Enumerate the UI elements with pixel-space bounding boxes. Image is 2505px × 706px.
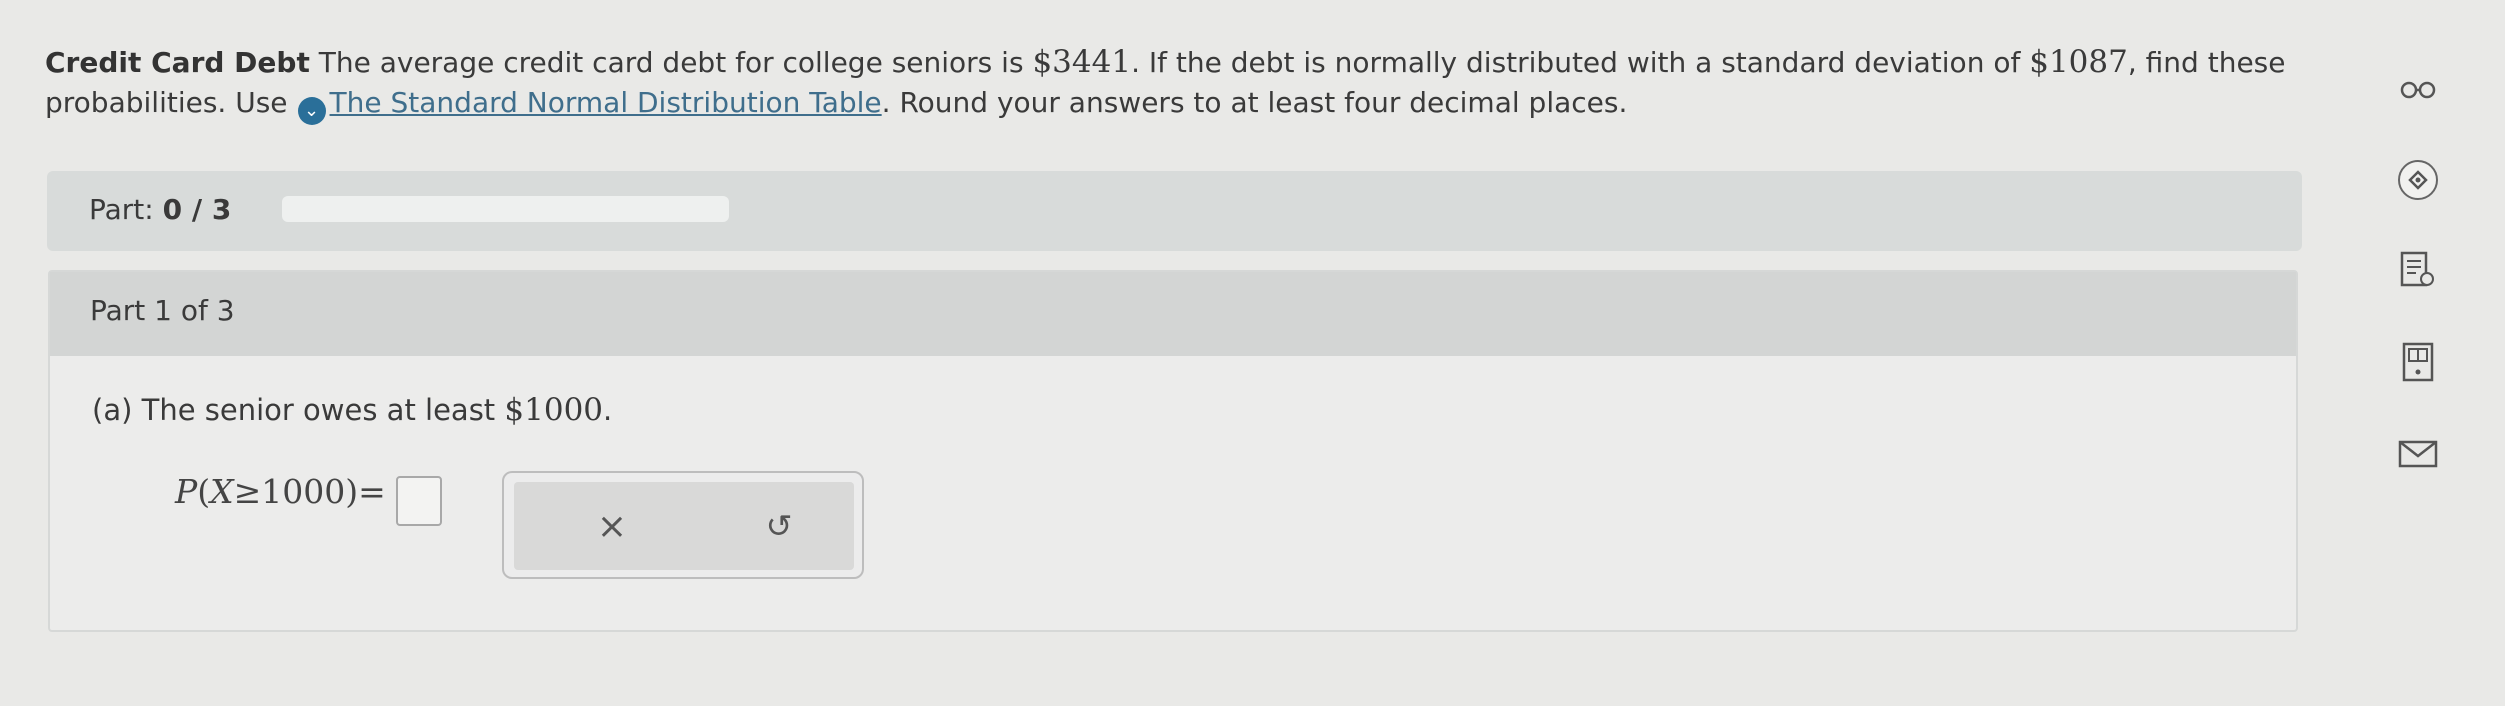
- problem-text: . If the debt is normally distributed wi…: [1131, 46, 2021, 79]
- probability-expression: P(X≥1000)=: [175, 472, 386, 511]
- answer-input[interactable]: [396, 476, 442, 526]
- progress-track: [282, 196, 729, 222]
- eq-var: X: [210, 472, 234, 511]
- problem-text: . Round your answers to at least four de…: [881, 86, 1628, 119]
- glasses-icon[interactable]: [2396, 68, 2440, 112]
- tag-icon[interactable]: [2396, 158, 2440, 202]
- part-label-text: Part:: [89, 193, 154, 226]
- clear-icon: ×: [596, 505, 628, 547]
- problem-text: The average credit card debt for college…: [318, 46, 1024, 79]
- part-header: Part 1 of 3: [50, 272, 2296, 356]
- part-progress-bar: Part: 0 / 3: [47, 171, 2302, 251]
- question-prefix: (a) The senior owes at least: [92, 393, 496, 427]
- question-suffix: .: [603, 393, 613, 427]
- part-progress-value: 0 / 3: [162, 193, 232, 226]
- calculator-icon[interactable]: [2396, 340, 2440, 384]
- eq-p: P: [175, 472, 198, 511]
- eq-num: 1000: [261, 472, 346, 511]
- question-text: (a) The senior owes at least $1000.: [92, 392, 612, 428]
- answer-tools: × ↺: [502, 471, 864, 579]
- problem-statement: Credit Card Debt The average credit card…: [45, 42, 2305, 125]
- mean-value: $3441: [1032, 44, 1132, 80]
- eq-rel: ≥: [233, 472, 262, 511]
- sd-value: $1087: [2029, 44, 2128, 80]
- undo-button[interactable]: ↺: [749, 496, 809, 556]
- info-icon[interactable]: ⌄: [297, 97, 326, 125]
- part-progress-label: Part: 0 / 3: [89, 193, 231, 226]
- question-value: $1000: [504, 392, 604, 428]
- notes-icon[interactable]: [2396, 248, 2440, 292]
- eq-equals: =: [358, 472, 386, 511]
- answer-tools-inner: × ↺: [514, 482, 854, 570]
- mail-icon[interactable]: [2396, 432, 2440, 476]
- normal-table-link[interactable]: The Standard Normal Distribution Table: [330, 86, 882, 119]
- undo-icon: ↺: [765, 507, 793, 545]
- part-card: Part 1 of 3 (a) The senior owes at least…: [48, 270, 2298, 632]
- problem-title: Credit Card Debt: [45, 46, 310, 79]
- clear-button[interactable]: ×: [582, 496, 642, 556]
